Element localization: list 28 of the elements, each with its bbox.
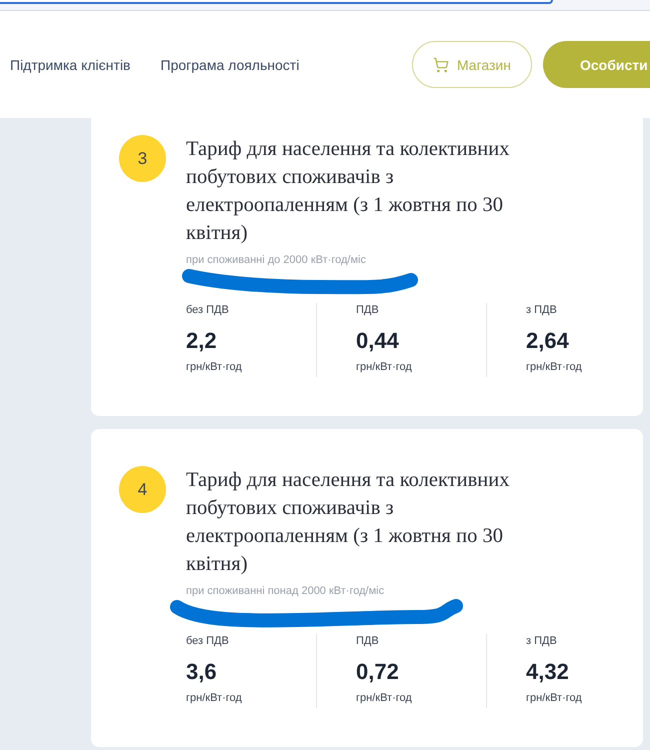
price-unit: грн/кВт·год (186, 360, 242, 374)
number-badge: 3 (119, 135, 166, 182)
price-label: без ПДВ (186, 634, 229, 648)
tariff-title: Тариф для населення та колективних побутових споживачів з електроопаленням (з 1 жовтня по 30 квітня) (186, 468, 510, 577)
price-value: 2,2 (186, 327, 217, 355)
nav-link[interactable]: Підтримка клієнтів (10, 56, 130, 72)
price-value: 3,6 (186, 658, 217, 686)
price-unit: грн/кВт·год (186, 691, 242, 705)
price-value: 0,72 (356, 658, 399, 686)
tariff-title: Тариф для населення та колективних побутових споживачів з електроопаленням (з 1 жовтня по 30 квітня) (186, 137, 510, 246)
price-label: з ПДВ (526, 303, 557, 317)
price-unit: грн/кВт·год (526, 691, 582, 705)
price-label: з ПДВ (526, 634, 557, 648)
cart-icon (432, 56, 449, 72)
nav-link[interactable]: Програма лояльності (160, 56, 300, 72)
number-badge: 4 (119, 466, 166, 513)
input-field[interactable] (0, 0, 553, 4)
consumption-note: при споживанні понад 2000 кВт·год/міс (186, 584, 384, 598)
price-unit: грн/кВт·год (526, 360, 582, 374)
consumption-note: при споживанні до 2000 кВт·год/міс (186, 253, 366, 267)
price-value: 0,44 (356, 327, 399, 355)
price-label: без ПДВ (186, 303, 229, 317)
price-label: ПДВ (356, 303, 379, 317)
price-unit: грн/кВт·год (356, 360, 412, 374)
price-value: 2,64 (526, 327, 569, 355)
price-label: ПДВ (356, 634, 379, 648)
price-unit: грн/кВт·год (356, 691, 412, 705)
price-value: 4,32 (526, 658, 569, 686)
